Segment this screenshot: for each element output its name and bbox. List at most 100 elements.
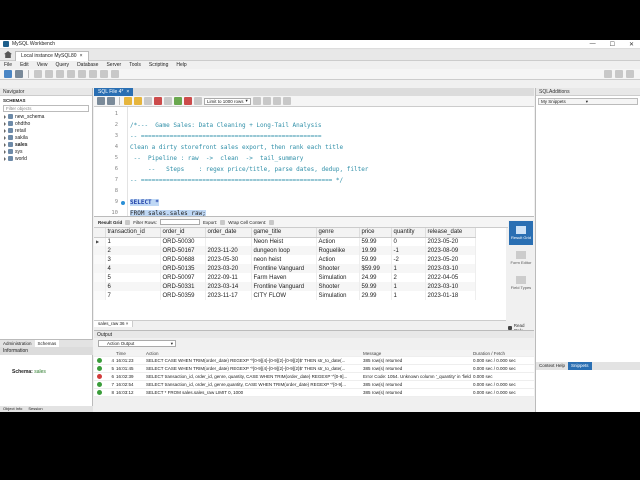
table-cell[interactable]: 2023-11-20 <box>205 246 252 255</box>
column-header[interactable]: transaction_id <box>105 228 161 238</box>
table-cell[interactable]: 6 <box>105 282 161 291</box>
form-editor-button[interactable]: Form Editor <box>509 246 533 270</box>
table-cell[interactable]: 1 <box>105 237 161 246</box>
table-cell[interactable]: Shooter <box>316 282 360 291</box>
result-grid-label[interactable]: Result Grid <box>98 220 122 225</box>
menu-edit[interactable]: Edit <box>20 62 29 68</box>
toggle-error-icon[interactable] <box>164 97 172 105</box>
column-header[interactable]: order_date <box>205 228 252 238</box>
schema-item-world[interactable]: world <box>4 155 92 162</box>
create-view-icon[interactable] <box>67 70 75 78</box>
table-cell[interactable]: ORD-50135 <box>160 264 206 273</box>
table-cell[interactable]: 2023-05-20 <box>425 237 476 246</box>
filter-rows-input[interactable] <box>160 219 201 225</box>
new-sql-tab-icon[interactable] <box>4 70 12 78</box>
layout-left-icon[interactable] <box>604 70 612 78</box>
table-cell[interactable]: 2022-04-05 <box>425 273 476 282</box>
column-header[interactable]: price <box>359 228 392 238</box>
table-cell[interactable]: 2 <box>105 246 161 255</box>
expand-icon[interactable] <box>4 135 6 140</box>
rollback-icon[interactable] <box>184 97 192 105</box>
output-row[interactable]: 4 16:01:23 SELECT CASE WHEN TRIM(order_d… <box>94 357 534 365</box>
stop-icon[interactable] <box>154 97 162 105</box>
table-cell[interactable]: Action <box>316 255 360 264</box>
wrap-icon[interactable] <box>282 97 291 105</box>
close-button[interactable]: ✕ <box>629 41 634 48</box>
table-cell[interactable]: $59.99 <box>359 264 392 273</box>
column-header[interactable]: order_id <box>160 228 206 238</box>
table-cell[interactable]: 2 <box>391 273 426 282</box>
save-icon[interactable] <box>107 97 115 105</box>
menu-file[interactable]: File <box>4 62 12 68</box>
connection-tab-close[interactable]: × <box>80 53 83 59</box>
tab-snippets[interactable]: Snippets <box>568 362 592 370</box>
table-cell[interactable]: 3 <box>105 255 161 264</box>
table-row[interactable]: ▶ 1 ORD-50030 Neon Heist Action 59.99 0 2023-05… <box>94 237 476 246</box>
table-row[interactable]: 4 ORD-50135 2023-03-20 Frontline Vanguard Sh… <box>94 264 476 273</box>
schema-item-retail[interactable]: retail <box>4 127 92 134</box>
create-function-icon[interactable] <box>89 70 97 78</box>
table-cell[interactable]: ORD-50331 <box>160 282 206 291</box>
menu-scripting[interactable]: Scripting <box>149 62 168 68</box>
beautify-icon[interactable] <box>252 97 261 105</box>
layout-bottom-icon[interactable] <box>615 70 623 78</box>
expand-icon[interactable] <box>4 142 6 147</box>
table-cell[interactable]: 2023-03-10 <box>425 264 476 273</box>
output-row[interactable]: 6 16:02:39 SELECT transaction_id, order_… <box>94 373 534 381</box>
connection-tab[interactable]: Local instance MySQL80 × <box>15 50 89 61</box>
schema-item-sakila[interactable]: sakila <box>4 134 92 141</box>
field-types-button[interactable]: Field Types <box>509 271 533 295</box>
table-cell[interactable]: Simulation <box>316 291 360 300</box>
table-cell[interactable]: Roguelike <box>316 246 360 255</box>
table-cell[interactable]: 1 <box>391 282 426 291</box>
output-row[interactable]: 5 16:01:45 SELECT CASE WHEN TRIM(order_d… <box>94 365 534 373</box>
wrap-cell-label[interactable]: Wrap Cell Content: <box>228 220 266 225</box>
table-cell[interactable]: 59.99 <box>359 282 392 291</box>
schema-item-ohdtho[interactable]: ohdtho <box>4 120 92 127</box>
schema-item-new-schema[interactable]: new_schema <box>4 113 92 120</box>
menu-query[interactable]: Query <box>55 62 69 68</box>
editor-tab-close[interactable]: × <box>126 89 129 95</box>
table-row[interactable]: 5 ORD-50097 2022-09-11 Farm Haven Simulation… <box>94 273 476 282</box>
minimize-button[interactable]: — <box>590 41 596 48</box>
table-cell[interactable]: 59.99 <box>359 255 392 264</box>
table-cell[interactable]: 1 <box>391 264 426 273</box>
output-row[interactable]: 8 16:03:12 SELECT * FROM sales.sales_raw… <box>94 389 534 397</box>
table-cell[interactable]: 7 <box>105 291 161 300</box>
limit-rows-select[interactable]: Limit to 1000 rows ▾ <box>204 97 251 105</box>
table-cell[interactable]: ORD-50359 <box>160 291 206 300</box>
table-cell[interactable]: CITY FLOW <box>251 291 317 300</box>
table-cell[interactable]: 2023-05-30 <box>205 255 252 264</box>
schema-item-sales[interactable]: sales <box>4 141 92 148</box>
table-row[interactable]: 3 ORD-50688 2023-05-30 neon heist Action 59.9… <box>94 255 476 264</box>
expand-icon[interactable] <box>4 114 6 119</box>
table-cell[interactable] <box>205 237 252 246</box>
table-cell[interactable]: Frontline Vanguard <box>251 282 317 291</box>
open-sql-file-icon[interactable] <box>15 70 23 78</box>
table-row[interactable]: 6 ORD-50331 2023-03-14 Frontline Vanguard Sh… <box>94 282 476 291</box>
table-cell[interactable]: 2023-11-17 <box>205 291 252 300</box>
table-cell[interactable]: 2023-03-10 <box>425 282 476 291</box>
table-cell[interactable]: Frontline Vanguard <box>251 264 317 273</box>
layout-right-icon[interactable] <box>626 70 634 78</box>
execute-icon[interactable] <box>124 97 132 105</box>
export-label[interactable]: Export: <box>203 220 217 225</box>
table-cell[interactable]: dungeon loop <box>251 246 317 255</box>
create-table-icon[interactable] <box>56 70 64 78</box>
table-cell[interactable]: neon heist <box>251 255 317 264</box>
menu-tools[interactable]: Tools <box>129 62 141 68</box>
home-icon[interactable] <box>4 51 12 58</box>
table-cell[interactable]: ORD-50167 <box>160 246 206 255</box>
table-row[interactable]: 2 ORD-50167 2023-11-20 dungeon loop Roguelik… <box>94 246 476 255</box>
schema-item-sys[interactable]: sys <box>4 148 92 155</box>
table-cell[interactable]: ORD-50688 <box>160 255 206 264</box>
execute-current-icon[interactable] <box>134 97 142 105</box>
table-cell[interactable]: 2023-08-09 <box>425 246 476 255</box>
sql-editor[interactable]: 1 2 3 4 5 6 7 8 9 10 /*--- Game Sales: D… <box>94 107 534 217</box>
filter-objects-input[interactable]: Filter objects <box>3 105 89 112</box>
snippets-select[interactable]: My Snippets ▾ <box>538 98 638 105</box>
output-type-select[interactable]: Action Output ▾ <box>98 340 176 347</box>
table-cell[interactable]: 2023-01-18 <box>425 291 476 300</box>
autocommit-icon[interactable] <box>194 97 202 105</box>
table-cell[interactable]: -1 <box>391 246 426 255</box>
